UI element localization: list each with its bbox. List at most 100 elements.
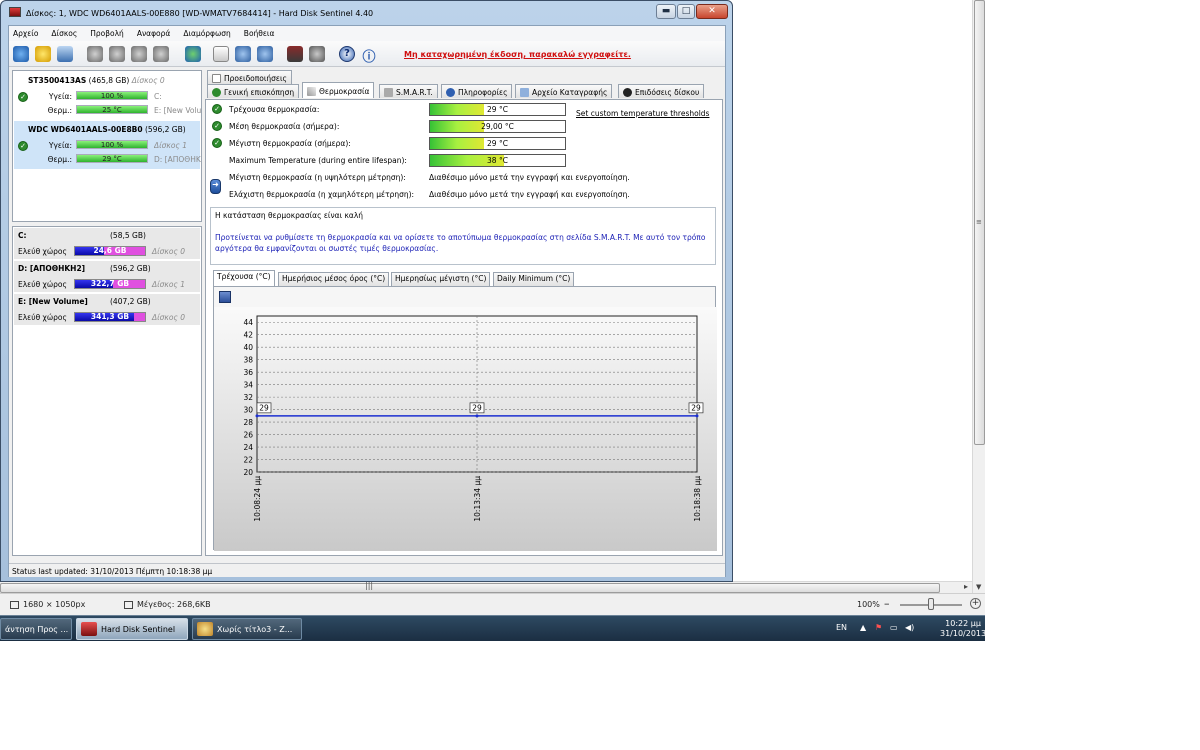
disk-volume: E: [New Volum [154,106,202,115]
x-tick-label: 10:13:34 μμ [473,476,482,522]
temperature-chart: 20 22 24 26 28 30 32 34 36 38 40 42 44 10:08:24 μμ 10:… [214,307,717,551]
alert-config-icon[interactable] [287,46,303,62]
taskbar-item-paint[interactable]: Χωρίς τίτλο3 - Ζ... [192,618,302,640]
tab-information[interactable]: Πληροφορίες [441,84,513,98]
menu-view[interactable]: Προβολή [90,29,124,38]
disk-tools-icon[interactable] [131,46,147,62]
volume-entry-d[interactable]: D: [ΑΠΟΘΗΚΗ2] (596,2 GB) Ελεύθ χώρος 322… [14,261,200,293]
report-icon[interactable] [57,46,73,62]
volume-entry-c[interactable]: C: (58,5 GB) Ελεύθ χώρος 24,6 GB Δίσκος … [14,228,200,260]
dimensions-item: 1680 × 1050px [10,600,85,609]
chart-tab-daily-average[interactable]: Ημερήσιος μέσος όρος (°C) [278,272,390,286]
tab-performance[interactable]: Επιδόσεις δίσκου [618,84,705,98]
volume-icon[interactable]: ◀) [905,623,914,632]
tab-log[interactable]: Αρχείο Καταγραφής [515,84,613,98]
menu-file[interactable]: Αρχείο [13,29,38,38]
y-tick-label: 36 [243,368,253,377]
language-indicator[interactable]: EN [836,623,847,632]
statusbar: Status last updated: 31/10/2013 Πέμπτη 1… [9,563,725,577]
horizontal-scrollbar-thumb[interactable] [0,583,940,593]
y-tick-label: 40 [243,343,253,352]
close-button[interactable]: ✕ [696,4,728,19]
taskbar-item-hds[interactable]: Hard Disk Sentinel [76,618,188,640]
tab-smart[interactable]: S.M.A.R.T. [379,84,438,98]
window-titlebar[interactable]: Δίσκος: 1, WDC WD6401AALS-00E880 [WD-WMA… [1,1,732,23]
tab-label: S.M.A.R.T. [396,88,433,97]
chart-background [214,307,717,551]
overview-check-icon [212,88,221,97]
y-tick-label: 42 [243,331,253,340]
window-client: Αρχείο Δίσκος Προβολή Αναφορά Διαμόρφωση… [8,25,726,577]
tab-temperature[interactable]: Θερμοκρασία [302,82,375,98]
data-point [255,414,259,418]
email-icon[interactable] [257,46,273,62]
disk-volume: C: [154,92,162,101]
disk-settings-icon[interactable] [153,46,169,62]
temperature-advice: Προτείνεται να ρυθμίσετε τη θερμοκρασία … [215,233,706,253]
performance-icon [623,88,632,97]
scroll-grip-icon: ≡ [976,218,982,226]
zoom-plus-icon[interactable]: + [970,598,981,609]
temp-bar: 29,00 °C [429,120,566,133]
options-gear-icon[interactable] [309,46,325,62]
temp-bar: 29 °C [429,103,566,116]
warning-icon[interactable] [35,46,51,62]
health-label: Υγεία: [48,92,72,101]
vertical-scrollbar[interactable]: ≡ ▼ [972,0,985,593]
zoom-minus-icon[interactable]: – [884,597,890,610]
y-tick-label: 32 [243,393,253,402]
scroll-down-arrow-icon[interactable]: ▼ [976,583,981,591]
help-icon[interactable]: ? [339,46,355,62]
disk-entry-0[interactable]: ST3500413AS (465,8 GB) Δίσκος 0 ✓ Υγεία:… [14,72,202,120]
test-icon[interactable] [87,46,103,62]
info-icon[interactable]: ⓘ [361,46,377,65]
document-icon[interactable] [213,46,229,62]
volume-entry-e[interactable]: E: [New Volume] (407,2 GB) Ελεύθ χώρος 3… [14,294,200,326]
sync-icon[interactable] [235,46,251,62]
hscroll-grip-icon: ||| [365,581,374,590]
horizontal-scrollbar[interactable]: ||| ▸ [0,581,972,593]
taskbar-item-reply[interactable]: άντηση Προς ... [0,618,72,640]
taskbar: άντηση Προς ... Hard Disk Sentinel Χωρίς… [0,615,986,642]
web-icon[interactable] [185,46,201,62]
temp-value: 29 °C [487,105,508,114]
set-thresholds-link[interactable]: Set custom temperature thresholds [576,109,709,118]
taskbar-item-label: Hard Disk Sentinel [101,624,176,634]
action-center-flag-icon[interactable]: ⚑ [875,623,882,632]
register-link[interactable]: Μη καταχωρημένη έκδοση, παρακαλώ εγγραφε… [404,50,631,59]
system-tray: EN ▲ ⚑ ▭ ◀) 10:22 μμ 31/10/2013 [830,616,986,642]
menu-help[interactable]: Βοήθεια [244,29,275,38]
chart-tab-daily-min[interactable]: Daily Minimum (°C) [493,272,575,286]
dimensions-text: 1680 × 1050px [23,600,86,609]
maximize-button[interactable]: □ [677,4,695,19]
tab-overview[interactable]: Γενική επισκόπηση [207,84,300,98]
menu-report[interactable]: Αναφορά [137,29,171,38]
disk-title: WDC WD6401AALS-00E8B0 (596,2 GB) [28,125,186,134]
temp-value: 29 °C [487,139,508,148]
clock[interactable]: 10:22 μμ 31/10/2013 [940,619,986,639]
scroll-right-arrow-icon[interactable]: ▸ [964,582,968,591]
data-label: 29 [691,403,701,412]
free-space-label: Ελεύθ χώρος [18,280,67,289]
tray-expand-icon[interactable]: ▲ [860,623,866,632]
taskbar-item-label: άντηση Προς ... [5,624,69,634]
chart-tab-current[interactable]: Τρέχουσα (°C) [213,270,275,286]
surface-test-icon[interactable] [109,46,125,62]
data-label: 29 [472,403,482,412]
check-icon: ✓ [212,104,222,114]
tab-warnings[interactable]: Προειδοποιήσεις [207,70,292,84]
refresh-icon[interactable] [13,46,29,62]
chart-frame: 20 22 24 26 28 30 32 34 36 38 40 42 44 10:08:24 μμ 10:… [213,286,717,551]
temperature-page: ✓ Τρέχουσα θερμοκρασία: 29 °C Set custom… [205,99,723,556]
network-icon[interactable]: ▭ [890,623,898,632]
chart-tab-daily-max[interactable]: Ημερησίως μέγιστη (°C) [391,272,491,286]
disk-entry-1[interactable]: WDC WD6401AALS-00E8B0 (596,2 GB) ✓ Υγεία… [14,121,201,169]
disk-size: (596,2 GB) [145,125,186,134]
paint-app-icon [197,622,213,636]
menu-disk[interactable]: Δίσκος [51,29,77,38]
check-icon: ✓ [212,121,222,131]
zoom-slider-thumb[interactable] [928,598,934,610]
minimize-button[interactable]: ▬ [656,4,676,19]
menu-configuration[interactable]: Διαμόρφωση [183,29,230,38]
window-title: Δίσκος: 1, WDC WD6401AALS-00E880 [WD-WMA… [26,9,374,18]
